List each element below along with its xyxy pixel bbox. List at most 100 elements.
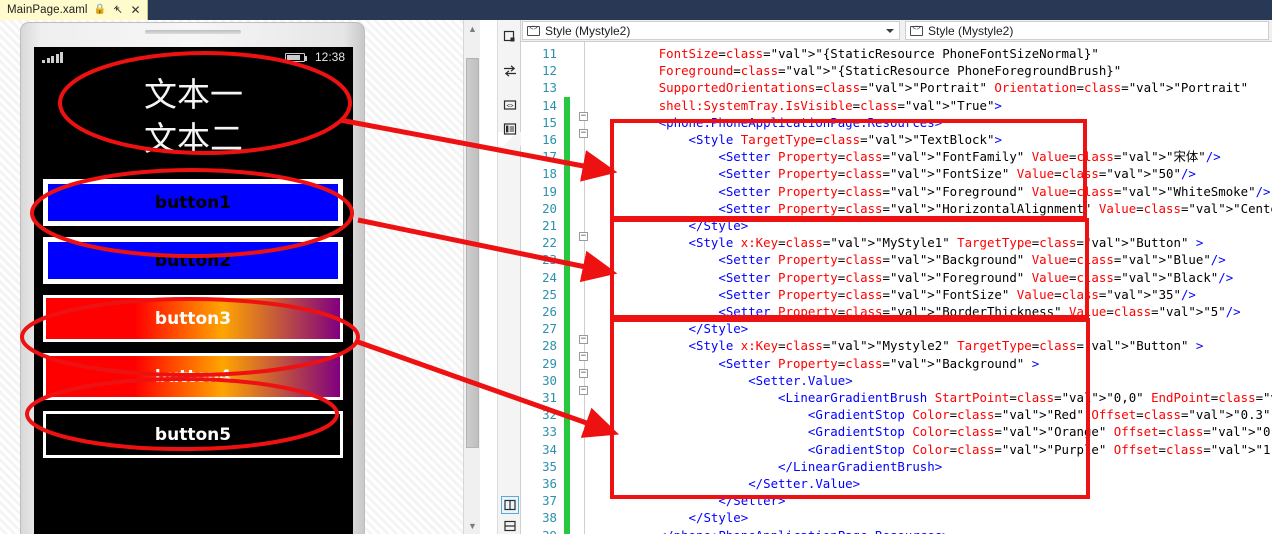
fold-toggle-line-29[interactable]: − (579, 352, 588, 361)
phone-button-4[interactable]: button4 (43, 353, 343, 400)
code-line-text: <Setter.Value> (748, 372, 853, 388)
code-line-20: 20 <Setter Property=class="val">"Horizon… (521, 200, 1272, 217)
fold-toggle-line-30[interactable]: − (579, 369, 588, 378)
code-line-21: 21 </Style> (521, 217, 1272, 234)
line-number: 27 (542, 321, 557, 337)
designer-vertical-scrollbar[interactable]: ▲ ▼ (463, 20, 480, 534)
code-line-text: <phone:PhoneApplicationPage.Resources> (658, 114, 943, 130)
line-number: 18 (542, 166, 557, 182)
code-lines-container: 11 FontSize=class="val">"{StaticResource… (521, 42, 1272, 534)
show-document-outline-icon[interactable] (501, 120, 519, 138)
lock-icon[interactable]: 🔒 (94, 5, 106, 15)
fold-toggle-line-31[interactable]: − (579, 386, 588, 395)
code-element-icon (910, 24, 923, 36)
code-line-text: </Style> (688, 218, 749, 233)
code-line-text: shell:SystemTray.IsVisible=class="val">"… (658, 97, 1002, 113)
phone-button-3[interactable]: button3 (43, 295, 343, 342)
line-number: 17 (542, 149, 557, 165)
phone-button-5[interactable]: button5 (43, 411, 343, 458)
navigation-dropdown-left-value: Style (Mystyle2) (545, 23, 631, 38)
line-number: 11 (542, 46, 557, 61)
fold-toggle-line-22[interactable]: − (579, 232, 588, 241)
line-number: 39 (521, 527, 557, 534)
line-number: 19 (542, 183, 557, 199)
fold-toggle-line-16[interactable]: − (579, 129, 588, 138)
svg-text:<>: <> (506, 103, 514, 110)
code-line-text: <Setter Property=class="val">"FontSize" … (718, 166, 1196, 182)
code-line-17: 17 <Setter Property=class="val">"FontFam… (521, 148, 1272, 165)
code-line-text: </Setter> (718, 493, 786, 509)
vertical-split-icon[interactable] (501, 496, 519, 514)
horizontal-split-icon[interactable] (501, 517, 519, 534)
tab-label: MainPage.xaml (7, 4, 88, 16)
line-number: 38 (542, 510, 557, 526)
line-number: 25 (542, 286, 557, 302)
pin-icon[interactable]: ⇤ (110, 2, 125, 17)
line-number: 36 (542, 476, 557, 491)
code-line-32: 32 <GradientStop Color=class="val">"Red"… (521, 406, 1272, 423)
code-line-text: </Style> (688, 510, 749, 526)
code-line-text: </Setter.Value> (748, 476, 861, 491)
editor-navigation-bars: Style (Mystyle2) Style (Mystyle2) (521, 20, 1272, 42)
show-xaml-icon[interactable]: <> (501, 96, 519, 114)
phone-screen[interactable]: 12:38 文本一 文本二 button1 button2 button3 bu… (34, 47, 353, 534)
code-line-text: <GradientStop Color=class="val">"Orange"… (807, 424, 1272, 440)
tab-strip: MainPage.xaml 🔒 ⇤ ✕ (0, 0, 1272, 20)
fold-toggle-line-15[interactable]: − (579, 112, 588, 121)
line-number: 37 (542, 493, 557, 509)
code-line-text: <Setter Property=class="val">"Foreground… (718, 183, 1271, 199)
code-line-text: FontSize=class="val">"{StaticResource Ph… (658, 46, 1099, 61)
phone-button-1[interactable]: button1 (43, 179, 343, 226)
phone-button-stack: button1 button2 button3 button4 button5 (43, 179, 343, 469)
chevron-down-icon[interactable] (886, 28, 894, 33)
code-line-19: 19 <Setter Property=class="val">"Foregro… (521, 183, 1272, 200)
code-line-11: 11 FontSize=class="val">"{StaticResource… (521, 45, 1272, 62)
line-number: 26 (542, 304, 557, 319)
line-number: 32 (542, 407, 557, 423)
code-line-23: 23 <Setter Property=class="val">"Backgro… (521, 251, 1272, 268)
line-number: 31 (542, 390, 557, 405)
designer-pane: 12:38 文本一 文本二 button1 button2 button3 bu… (0, 20, 480, 534)
code-line-15: 15 <phone:PhoneApplicationPage.Resources… (521, 114, 1272, 131)
swap-panes-icon[interactable] (501, 62, 519, 80)
code-line-37: 37 </Setter> (521, 492, 1272, 509)
code-line-text: <Setter Property=class="val">"FontFamily… (718, 149, 1221, 165)
line-number: 22 (542, 235, 557, 251)
code-line-text: <Style x:Key=class="val">"MyStyle1" Targ… (688, 235, 1204, 251)
battery-icon (285, 53, 307, 62)
code-line-text: <Setter Property=class="val">"Background… (718, 355, 1040, 371)
code-line-24: 24 <Setter Property=class="val">"Foregro… (521, 269, 1272, 286)
code-line-26: 26 <Setter Property=class="val">"BorderT… (521, 303, 1272, 320)
phone-textblock: 文本一 文本二 (34, 73, 353, 161)
line-number: 33 (542, 424, 557, 440)
scroll-up-arrow-icon[interactable]: ▲ (464, 20, 480, 37)
code-line-text: <GradientStop Color=class="val">"Purple"… (807, 441, 1272, 457)
code-line-text: <Setter Property=class="val">"Horizontal… (718, 200, 1272, 216)
line-number: 21 (542, 218, 557, 233)
textblock-line-1: 文本一 (144, 75, 243, 114)
scrollbar-thumb[interactable] (466, 58, 479, 448)
code-line-36: 36 </Setter.Value> (521, 475, 1272, 492)
code-text-area[interactable]: 11 FontSize=class="val">"{StaticResource… (521, 42, 1272, 534)
line-number: 29 (542, 355, 557, 371)
code-line-text: <LinearGradientBrush StartPoint=class="v… (778, 390, 1272, 405)
line-number: 34 (542, 441, 557, 457)
close-icon[interactable]: ✕ (130, 4, 142, 16)
phone-status-bar: 12:38 (34, 47, 353, 68)
fold-toggle-line-28[interactable]: − (579, 335, 588, 344)
code-line-text: Foreground=class="val">"{StaticResource … (658, 63, 1122, 79)
line-number: 35 (542, 458, 557, 474)
navigation-dropdown-right-value: Style (Mystyle2) (928, 23, 1014, 38)
navigation-dropdown-left[interactable]: Style (Mystyle2) (522, 21, 900, 40)
scroll-down-arrow-icon[interactable]: ▼ (464, 517, 480, 534)
code-line-39: 39 </phone:PhoneApplicationPage.Resource… (521, 527, 1272, 534)
code-line-text: <Setter Property=class="val">"Background… (718, 252, 1226, 268)
phone-device-frame: 12:38 文本一 文本二 button1 button2 button3 bu… (20, 22, 365, 534)
code-line-31: 31 <LinearGradientBrush StartPoint=class… (521, 389, 1272, 406)
line-number: 23 (542, 252, 557, 268)
phone-button-2[interactable]: button2 (43, 237, 343, 284)
code-line-text: SupportedOrientations=class="val">"Portr… (658, 80, 1249, 96)
zoom-fit-icon[interactable] (501, 28, 519, 46)
tab-mainpage-xaml[interactable]: MainPage.xaml 🔒 ⇤ ✕ (0, 0, 148, 20)
navigation-dropdown-right[interactable]: Style (Mystyle2) (905, 21, 1269, 40)
